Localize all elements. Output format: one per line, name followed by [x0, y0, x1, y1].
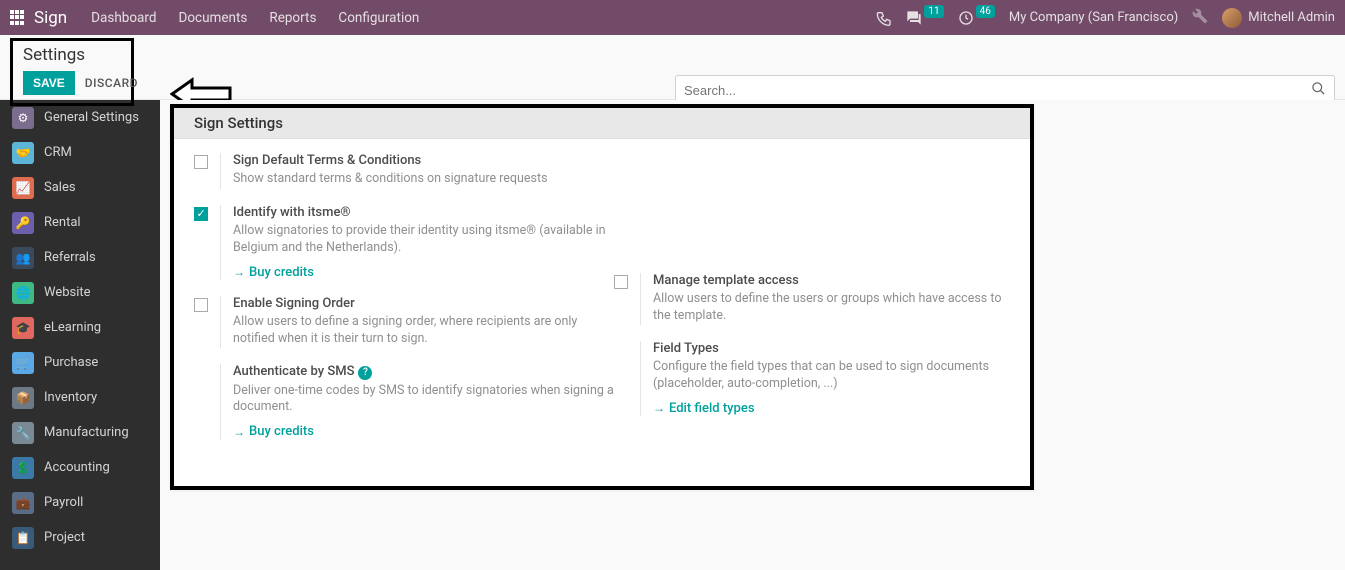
setting-title: Authenticate by SMS?: [233, 364, 614, 380]
box-icon: 📦: [12, 387, 34, 409]
top-menu: Dashboard Documents Reports Configuratio…: [91, 10, 419, 26]
handshake-icon: 🤝: [12, 142, 34, 164]
sidebar-item-label: Payroll: [44, 495, 83, 510]
project-icon: 📋: [12, 527, 34, 549]
sidebar-item-accounting[interactable]: 💲 Accounting: [0, 450, 160, 485]
sidebar-item-referrals[interactable]: 👥 Referrals: [0, 240, 160, 275]
search-input[interactable]: [684, 83, 1311, 98]
setting-desc: Allow users to define a signing order, w…: [233, 314, 614, 348]
sidebar-item-manufacturing[interactable]: 🔧 Manufacturing: [0, 415, 160, 450]
link-buy-credits-sms[interactable]: Buy credits: [233, 424, 314, 439]
setting-title: Field Types: [653, 341, 1010, 356]
checkbox-signing-order[interactable]: [194, 298, 208, 312]
key-icon: 🔑: [12, 212, 34, 234]
setting-desc: Configure the field types that can be us…: [653, 359, 1010, 393]
debug-tools-icon[interactable]: [1192, 8, 1208, 28]
panel-header: Sign Settings: [174, 108, 1030, 139]
app-name[interactable]: Sign: [34, 8, 67, 28]
sidebar-item-purchase[interactable]: 🛒 Purchase: [0, 345, 160, 380]
activities-badge: 46: [976, 5, 995, 18]
sidebar-item-website[interactable]: 🌐 Website: [0, 275, 160, 310]
setting-desc: Deliver one-time codes by SMS to identif…: [233, 383, 614, 417]
page-title: Settings: [23, 45, 121, 65]
checkbox-template-access[interactable]: [614, 275, 628, 289]
settings-right-column: Manage template access Allow users to de…: [614, 153, 1010, 456]
payroll-icon: 💼: [12, 492, 34, 514]
setting-desc: Allow signatories to provide their ident…: [233, 223, 614, 257]
globe-icon: 🌐: [12, 282, 34, 304]
save-button[interactable]: SAVE: [23, 71, 75, 95]
setting-title: Identify with itsme®: [233, 205, 614, 220]
activities-icon[interactable]: 46: [958, 10, 995, 26]
book-icon: 🎓: [12, 317, 34, 339]
link-buy-credits-itsme[interactable]: Buy credits: [233, 265, 314, 280]
sidebar-item-label: General Settings: [44, 110, 139, 125]
setting-desc: Allow users to define the users or group…: [653, 291, 1010, 325]
checkbox-default-terms[interactable]: [194, 155, 208, 169]
link-edit-field-types[interactable]: Edit field types: [653, 401, 755, 416]
settings-header-box: Settings SAVE DISCARD: [10, 38, 134, 106]
sidebar-item-rental[interactable]: 🔑 Rental: [0, 205, 160, 240]
top-navbar: Sign Dashboard Documents Reports Configu…: [0, 0, 1345, 35]
discard-button[interactable]: DISCARD: [85, 76, 138, 90]
menu-configuration[interactable]: Configuration: [338, 10, 419, 26]
sidebar-item-payroll[interactable]: 💼 Payroll: [0, 485, 160, 520]
sidebar-item-label: Rental: [44, 215, 81, 230]
cart-icon: 🛒: [12, 352, 34, 374]
chart-icon: 📈: [12, 177, 34, 199]
sidebar-item-crm[interactable]: 🤝 CRM: [0, 135, 160, 170]
content-area: Sign Settings Sign Default Terms & Condi…: [160, 100, 1345, 570]
sidebar-item-sales[interactable]: 📈 Sales: [0, 170, 160, 205]
setting-template-access: Manage template access Allow users to de…: [614, 273, 1010, 325]
search-icon[interactable]: [1311, 81, 1326, 100]
sidebar-item-label: CRM: [44, 145, 72, 160]
setting-signing-order: Enable Signing Order Allow users to defi…: [194, 296, 614, 348]
setting-title: Sign Default Terms & Conditions: [233, 153, 614, 168]
sidebar-item-inventory[interactable]: 📦 Inventory: [0, 380, 160, 415]
help-icon[interactable]: ?: [358, 366, 372, 380]
settings-left-column: Sign Default Terms & Conditions Show sta…: [194, 153, 614, 456]
sidebar-item-label: Referrals: [44, 250, 96, 265]
sidebar-item-label: Website: [44, 285, 91, 300]
wrench-icon: 🔧: [12, 422, 34, 444]
setting-title: Manage template access: [653, 273, 1010, 288]
setting-auth-sms: Authenticate by SMS? Deliver one-time co…: [194, 364, 614, 440]
setting-default-terms: Sign Default Terms & Conditions Show sta…: [194, 153, 614, 189]
sidebar-item-label: eLearning: [44, 320, 101, 335]
phone-icon[interactable]: [876, 10, 892, 26]
menu-reports[interactable]: Reports: [269, 10, 316, 26]
sidebar-item-label: Accounting: [44, 460, 110, 475]
navbar-right: 11 46 My Company (San Francisco) Mitchel…: [876, 8, 1335, 28]
setting-identify-itsme: Identify with itsme® Allow signatories t…: [194, 205, 614, 280]
menu-documents[interactable]: Documents: [178, 10, 247, 26]
sidebar-item-label: Inventory: [44, 390, 97, 405]
setting-field-types: Field Types Configure the field types th…: [614, 341, 1010, 416]
main-layout: ⚙ General Settings 🤝 CRM 📈 Sales 🔑 Rental 👥 R…: [0, 100, 1345, 570]
money-icon: 💲: [12, 457, 34, 479]
settings-sidebar: ⚙ General Settings 🤝 CRM 📈 Sales 🔑 Rental 👥 R…: [0, 100, 160, 570]
setting-title-text: Authenticate by SMS: [233, 364, 354, 379]
checkbox-identify-itsme[interactable]: [194, 207, 208, 221]
sidebar-item-label: Purchase: [44, 355, 98, 370]
sign-settings-panel: Sign Settings Sign Default Terms & Condi…: [170, 104, 1034, 490]
sidebar-item-label: Manufacturing: [44, 425, 129, 440]
header-row: Settings SAVE DISCARD: [0, 35, 1345, 100]
setting-desc: Show standard terms & conditions on sign…: [233, 171, 614, 188]
gear-icon: ⚙: [12, 107, 34, 129]
messages-icon[interactable]: 11: [906, 10, 943, 26]
sidebar-item-label: Sales: [44, 180, 76, 195]
sidebar-item-project[interactable]: 📋 Project: [0, 520, 160, 555]
people-icon: 👥: [12, 247, 34, 269]
company-selector[interactable]: My Company (San Francisco): [1009, 10, 1178, 25]
apps-grid-icon[interactable]: [10, 10, 26, 26]
sidebar-item-elearning[interactable]: 🎓 eLearning: [0, 310, 160, 345]
avatar: [1222, 8, 1242, 28]
setting-title: Enable Signing Order: [233, 296, 614, 311]
user-menu[interactable]: Mitchell Admin: [1222, 8, 1335, 28]
menu-dashboard[interactable]: Dashboard: [91, 10, 156, 26]
sidebar-item-label: Project: [44, 530, 85, 545]
messages-badge: 11: [924, 5, 943, 18]
user-name: Mitchell Admin: [1248, 10, 1335, 25]
